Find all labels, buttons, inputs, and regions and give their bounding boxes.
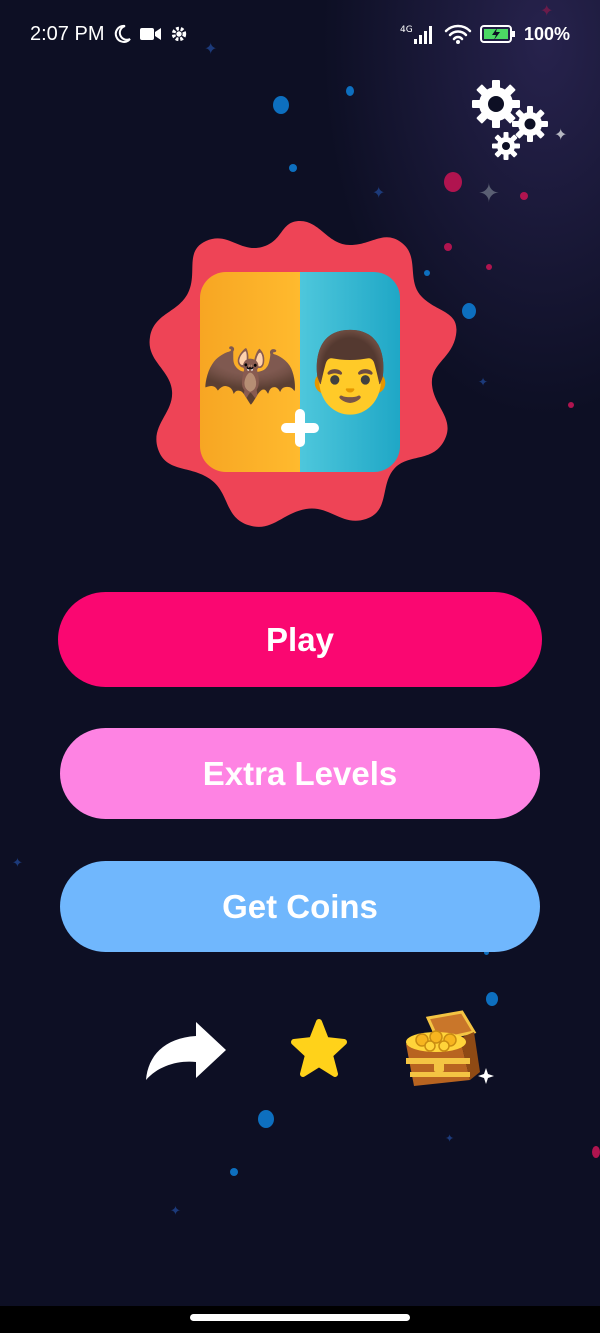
signal-icon: 4G bbox=[400, 23, 436, 45]
share-arrow-icon bbox=[146, 1022, 226, 1080]
bat-emoji-icon: 🦇 bbox=[201, 328, 299, 416]
gear-icon bbox=[170, 25, 188, 43]
status-time: 2:07 PM bbox=[30, 22, 105, 45]
play-button[interactable]: Play bbox=[58, 592, 542, 687]
home-indicator[interactable] bbox=[190, 1314, 410, 1321]
wifi-icon bbox=[444, 23, 472, 45]
man-emoji-icon: 👨 bbox=[301, 328, 399, 416]
get-coins-button[interactable]: Get Coins bbox=[60, 861, 540, 952]
status-bar: 2:07 PM 4G 100% bbox=[0, 0, 600, 68]
treasure-chest-icon bbox=[406, 1010, 494, 1086]
share-button[interactable] bbox=[144, 1020, 228, 1082]
star-icon bbox=[291, 1019, 347, 1077]
settings-button[interactable] bbox=[470, 78, 552, 162]
video-camera-icon bbox=[140, 26, 162, 42]
rate-button[interactable] bbox=[290, 1016, 348, 1086]
extra-levels-button[interactable]: Extra Levels bbox=[60, 728, 540, 819]
battery-charging-icon bbox=[479, 24, 516, 44]
battery-percentage: 100% bbox=[523, 23, 570, 44]
status-left: 2:07 PM bbox=[30, 23, 188, 46]
gears-icon bbox=[472, 80, 548, 160]
status-right: 4G 100% bbox=[400, 23, 570, 45]
shop-button[interactable] bbox=[400, 1010, 498, 1092]
moon-icon bbox=[112, 24, 132, 44]
plus-icon bbox=[281, 409, 319, 447]
network-label: 4G bbox=[400, 25, 413, 35]
